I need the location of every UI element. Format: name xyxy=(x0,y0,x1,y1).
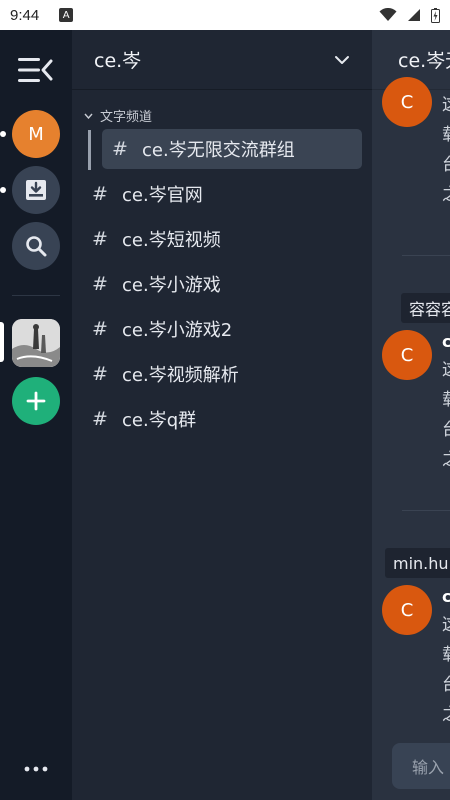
message-separator xyxy=(402,510,450,511)
message-text: 这 载 台 之 xyxy=(442,90,450,210)
unread-dot xyxy=(0,131,6,137)
message-line: 台 xyxy=(442,415,450,445)
status-bar: 9:44 A xyxy=(0,0,450,30)
chevron-down-icon xyxy=(335,55,349,64)
hash-icon: # xyxy=(92,227,108,250)
channel-item[interactable]: # ce.岑无限交流群组 xyxy=(102,129,362,169)
menu-collapse-icon xyxy=(18,58,53,82)
message-author[interactable]: c xyxy=(442,587,450,606)
message-line: 这 xyxy=(442,355,450,385)
message-line: 之 xyxy=(442,445,450,475)
channel-item[interactable]: # ce.岑视频解析 xyxy=(72,351,372,396)
hash-icon: # xyxy=(112,138,128,160)
channel-label: ce.岑短视频 xyxy=(122,229,221,251)
status-time: 9:44 xyxy=(10,6,40,24)
message-separator xyxy=(402,255,450,256)
channel-item[interactable]: # ce.岑短视频 xyxy=(72,216,372,261)
message-avatar[interactable]: C xyxy=(382,585,432,635)
reply-quote[interactable]: min.hu xyxy=(385,548,450,578)
channel-label: ce.岑视频解析 xyxy=(122,364,239,386)
category-label: 文字频道 xyxy=(100,110,153,125)
avatar-letter: M xyxy=(28,123,44,145)
channel-item[interactable]: # ce.岑小游戏2 xyxy=(72,306,372,351)
message-avatar[interactable]: C xyxy=(382,330,432,380)
signal-icon xyxy=(408,9,420,21)
message-line: 这 xyxy=(442,610,450,640)
message-line: 这 xyxy=(442,90,450,120)
wifi-icon xyxy=(379,8,397,21)
message-text: 这 载 台 之 xyxy=(442,610,450,730)
message-text: 这 载 台 之 xyxy=(442,355,450,475)
message-author[interactable]: c xyxy=(442,332,450,351)
more-dots-icon xyxy=(24,766,48,772)
channel-label: ce.岑q群 xyxy=(122,409,197,431)
hash-icon: # xyxy=(92,182,108,205)
message-line: 之 xyxy=(442,700,450,730)
message-line: 台 xyxy=(442,670,450,700)
chevron-down-icon xyxy=(84,113,93,119)
selected-server-indicator xyxy=(0,322,4,362)
avatar-letter: C xyxy=(400,91,414,113)
message-line: 之 xyxy=(442,180,450,210)
notification-icon: A xyxy=(59,8,74,22)
menu-toggle-button[interactable] xyxy=(14,52,56,88)
channel-item[interactable]: # ce.岑q群 xyxy=(72,396,372,441)
message-line: 台 xyxy=(442,150,450,180)
channel-label: ce.岑小游戏2 xyxy=(122,319,233,341)
message-line: 载 xyxy=(442,385,450,415)
inbox-download-icon xyxy=(26,180,46,200)
server-name: ce.岑 xyxy=(94,50,142,72)
user-avatar-button[interactable]: M xyxy=(12,110,60,158)
more-button[interactable] xyxy=(20,758,52,780)
server-header[interactable]: ce.岑 xyxy=(72,30,372,90)
status-icons xyxy=(379,7,440,23)
hash-icon: # xyxy=(92,317,108,340)
inbox-button[interactable] xyxy=(12,166,60,214)
add-server-button[interactable] xyxy=(12,377,60,425)
hash-icon: # xyxy=(92,272,108,295)
search-button[interactable] xyxy=(12,222,60,270)
message-line: 载 xyxy=(442,640,450,670)
message-avatar[interactable]: C xyxy=(382,77,432,127)
plus-icon xyxy=(26,391,46,411)
rail-divider xyxy=(12,295,60,296)
channel-list: # ce.岑无限交流群组 # ce.岑官网 # ce.岑短视频 # ce.岑小游… xyxy=(72,125,372,441)
channel-category[interactable]: 文字频道 xyxy=(72,90,372,125)
channel-label: ce.岑无限交流群组 xyxy=(142,140,295,161)
search-icon xyxy=(26,236,47,257)
channel-label: ce.岑官网 xyxy=(122,184,203,206)
unread-dot xyxy=(0,187,6,193)
server-icon-button[interactable] xyxy=(12,319,60,367)
server-image-icon xyxy=(12,319,60,367)
avatar-letter: C xyxy=(400,599,414,621)
hash-icon: # xyxy=(92,362,108,385)
reply-quote[interactable]: 容容容 xyxy=(401,293,450,323)
channel-item[interactable]: # ce.岑官网 xyxy=(72,171,372,216)
server-rail: M xyxy=(0,30,72,800)
channel-label: ce.岑小游戏 xyxy=(122,274,221,296)
channel-item[interactable]: # ce.岑小游戏 xyxy=(72,261,372,306)
battery-charging-icon xyxy=(431,7,440,23)
active-channel-indicator xyxy=(88,130,91,170)
channel-panel: ce.岑 文字频道 # ce.岑无限交流群组 # ce.岑官网 # ce.岑短视… xyxy=(72,30,372,800)
chat-panel: ce.岑无 C 这 载 台 之 容容容 C c 这 载 台 之 min.hu C… xyxy=(372,30,450,800)
message-line: 载 xyxy=(442,120,450,150)
avatar-letter: C xyxy=(400,344,414,366)
message-input[interactable]: 输入 xyxy=(392,743,450,789)
hash-icon: # xyxy=(92,407,108,430)
